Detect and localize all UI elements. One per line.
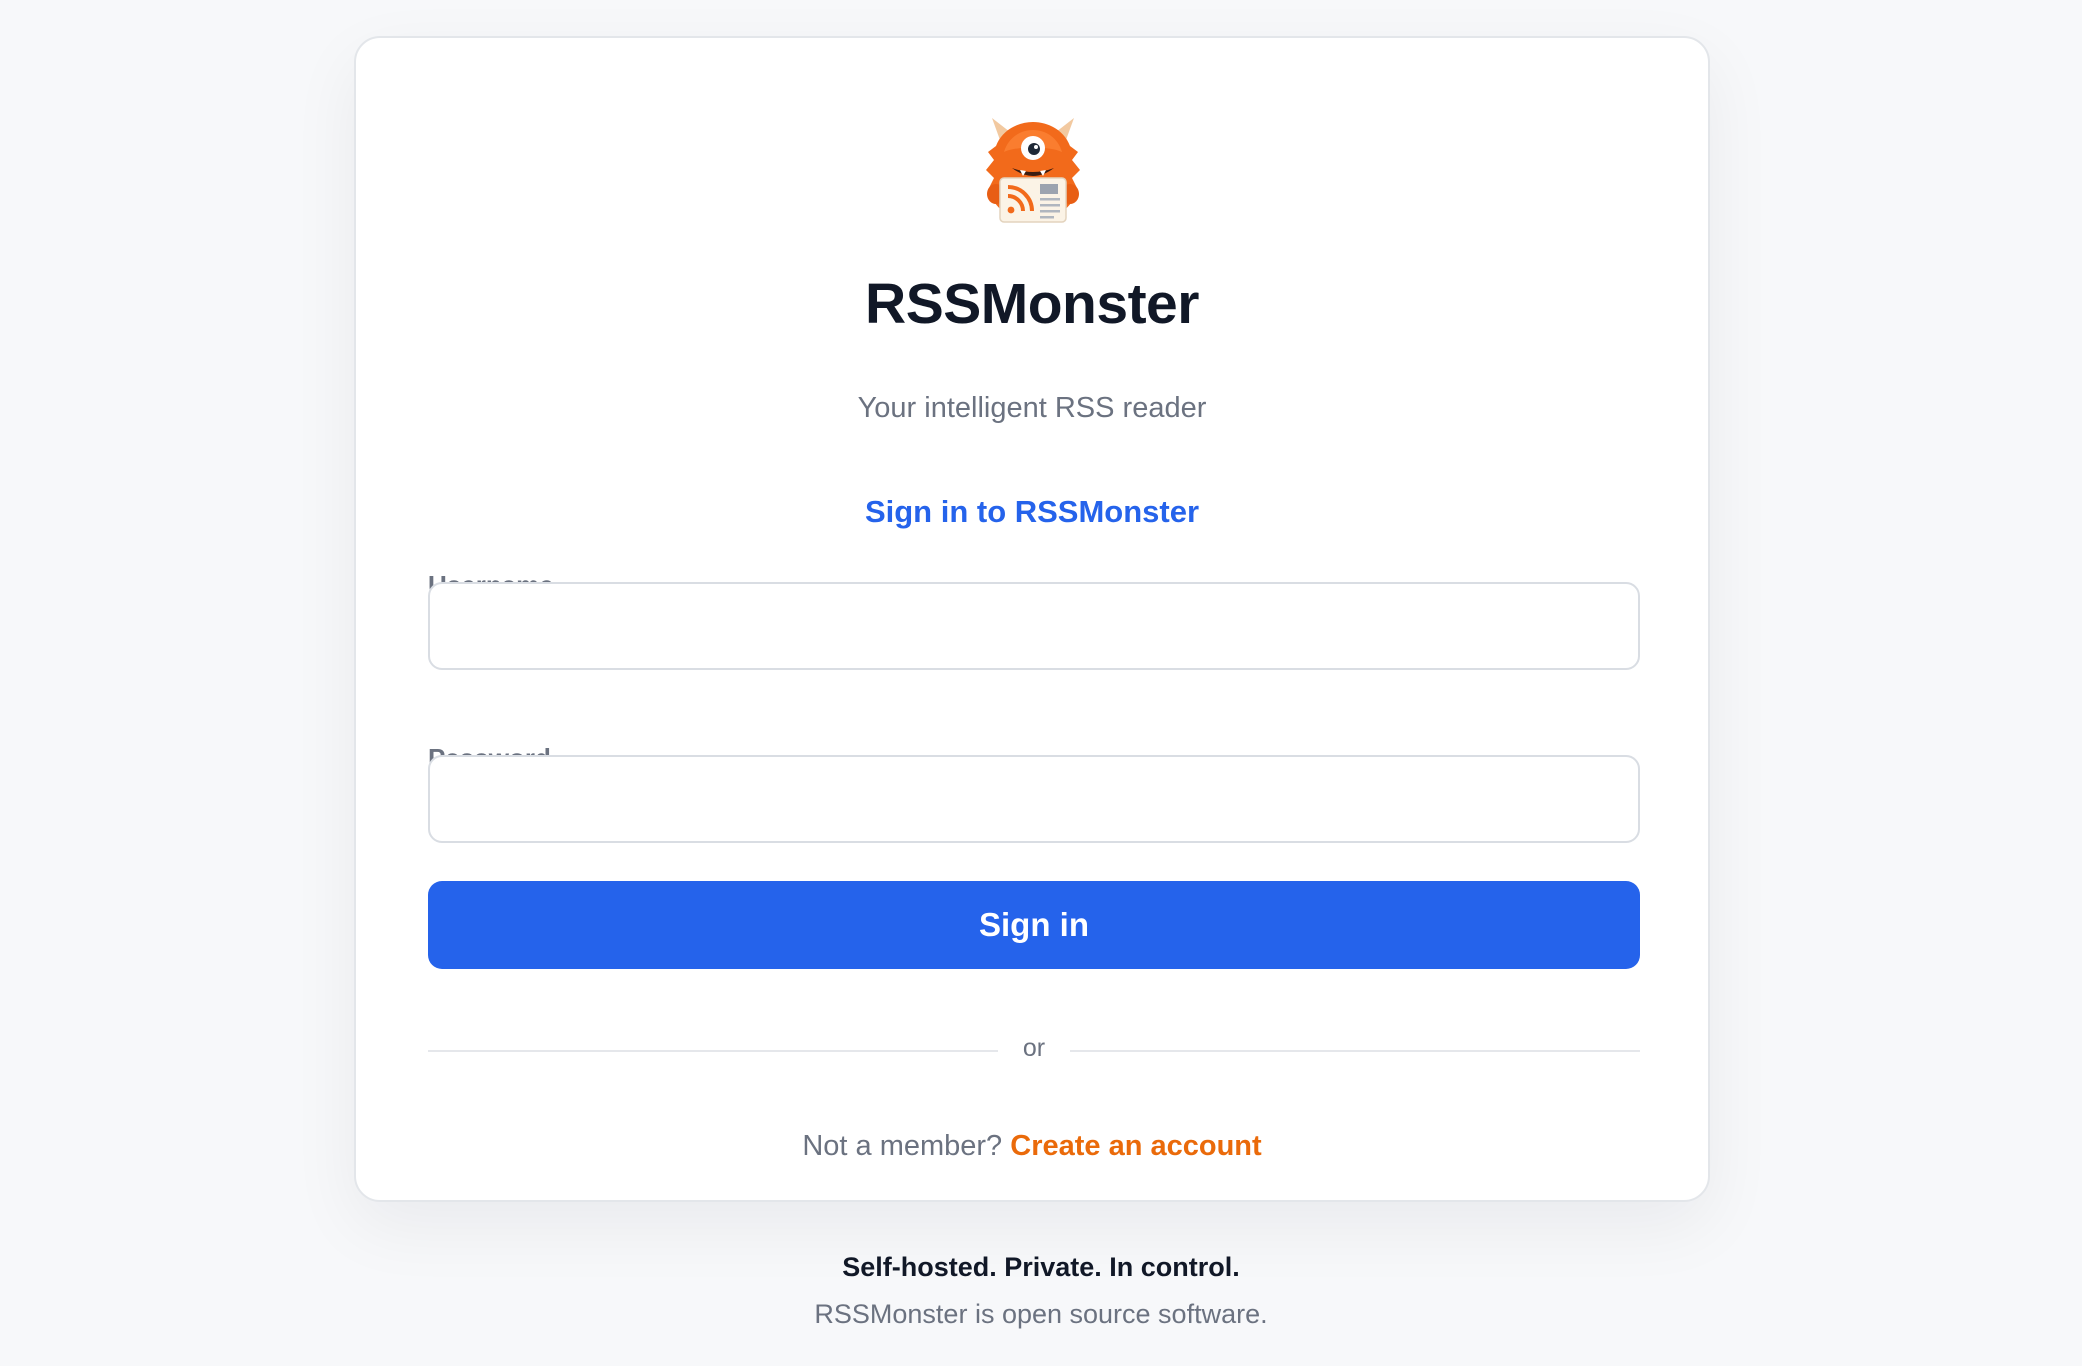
- password-input[interactable]: [428, 755, 1640, 843]
- signin-button[interactable]: Sign in: [428, 881, 1640, 969]
- divider-line-right: [1070, 1050, 1640, 1052]
- footer-open-source-note: RSSMonster is open source software.: [814, 1299, 1268, 1329]
- monster-rss-logo-icon: [986, 118, 1080, 223]
- divider-or-text: or: [1022, 1034, 1046, 1062]
- signup-prompt-row: Not a member? Create an account: [356, 1130, 1708, 1163]
- signin-heading: Sign in to RSSMonster: [864, 494, 1200, 529]
- app-subtitle: Your intelligent RSS reader: [857, 392, 1207, 424]
- signup-prompt: Not a member?: [802, 1130, 1011, 1162]
- login-card: RSSMonster Your intelligent RSS reader S…: [354, 36, 1710, 1202]
- create-account-link[interactable]: Create an account: [1010, 1130, 1261, 1162]
- or-divider: or: [428, 1034, 1640, 1068]
- app-title: RSSMonster: [865, 272, 1199, 336]
- username-input[interactable]: [428, 582, 1640, 670]
- footer-tagline: Self-hosted. Private. In control.: [842, 1252, 1240, 1282]
